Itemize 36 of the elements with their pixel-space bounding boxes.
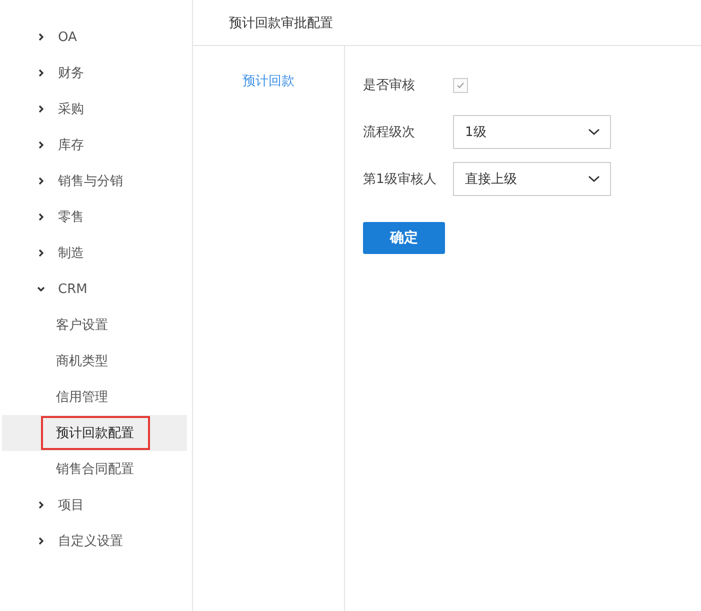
sidebar-item[interactable]: 财务	[58, 64, 84, 82]
sidebar-item[interactable]: 制造	[58, 244, 84, 262]
sidebar-item[interactable]: 自定义设置	[58, 532, 123, 550]
field-label: 流程级次	[363, 124, 416, 140]
sidebar-subitem[interactable]: 客户设置	[2, 307, 187, 343]
sidebar-subitem[interactable]: 商机类型	[2, 343, 187, 379]
chevron-down-icon[interactable]	[36, 284, 46, 294]
sidebar-item[interactable]: OA	[58, 30, 77, 44]
sidebar-item[interactable]: 库存	[58, 136, 84, 154]
sidebar-item[interactable]: CRM	[58, 282, 88, 296]
chevron-right-icon[interactable]	[36, 536, 46, 546]
sidebar-subitem[interactable]: 预计回款配置	[2, 415, 187, 451]
chevron-right-icon[interactable]	[36, 500, 46, 510]
sidebar-subitem[interactable]: 信用管理	[2, 379, 187, 415]
select-field[interactable]: 1级	[453, 114, 611, 148]
chevron-down-icon	[588, 174, 600, 182]
sidebar-item[interactable]: 采购	[58, 100, 84, 118]
chevron-right-icon[interactable]	[36, 140, 46, 150]
chevron-right-icon[interactable]	[36, 104, 46, 114]
chevron-right-icon[interactable]	[36, 248, 46, 258]
checkbox[interactable]	[453, 78, 468, 92]
chevron-right-icon[interactable]	[36, 176, 46, 186]
field-label: 是否审核	[363, 77, 416, 94]
page-title: 预计回款审批配置	[229, 14, 333, 32]
chevron-right-icon[interactable]	[36, 32, 46, 42]
sidebar-item[interactable]: 零售	[58, 208, 84, 226]
select-field[interactable]: 直接上级	[453, 162, 611, 196]
chevron-down-icon	[588, 128, 600, 136]
confirm-button[interactable]: 确定	[363, 222, 445, 254]
sidebar-subitem[interactable]: 销售合同配置	[2, 451, 187, 487]
checkmark-icon	[456, 80, 465, 90]
sidebar-item[interactable]: 销售与分销	[58, 172, 123, 190]
field-label: 第1级审核人	[363, 170, 438, 188]
sidebar-item[interactable]: 项目	[58, 496, 84, 514]
chevron-right-icon[interactable]	[36, 68, 46, 78]
chevron-right-icon[interactable]	[36, 212, 46, 222]
